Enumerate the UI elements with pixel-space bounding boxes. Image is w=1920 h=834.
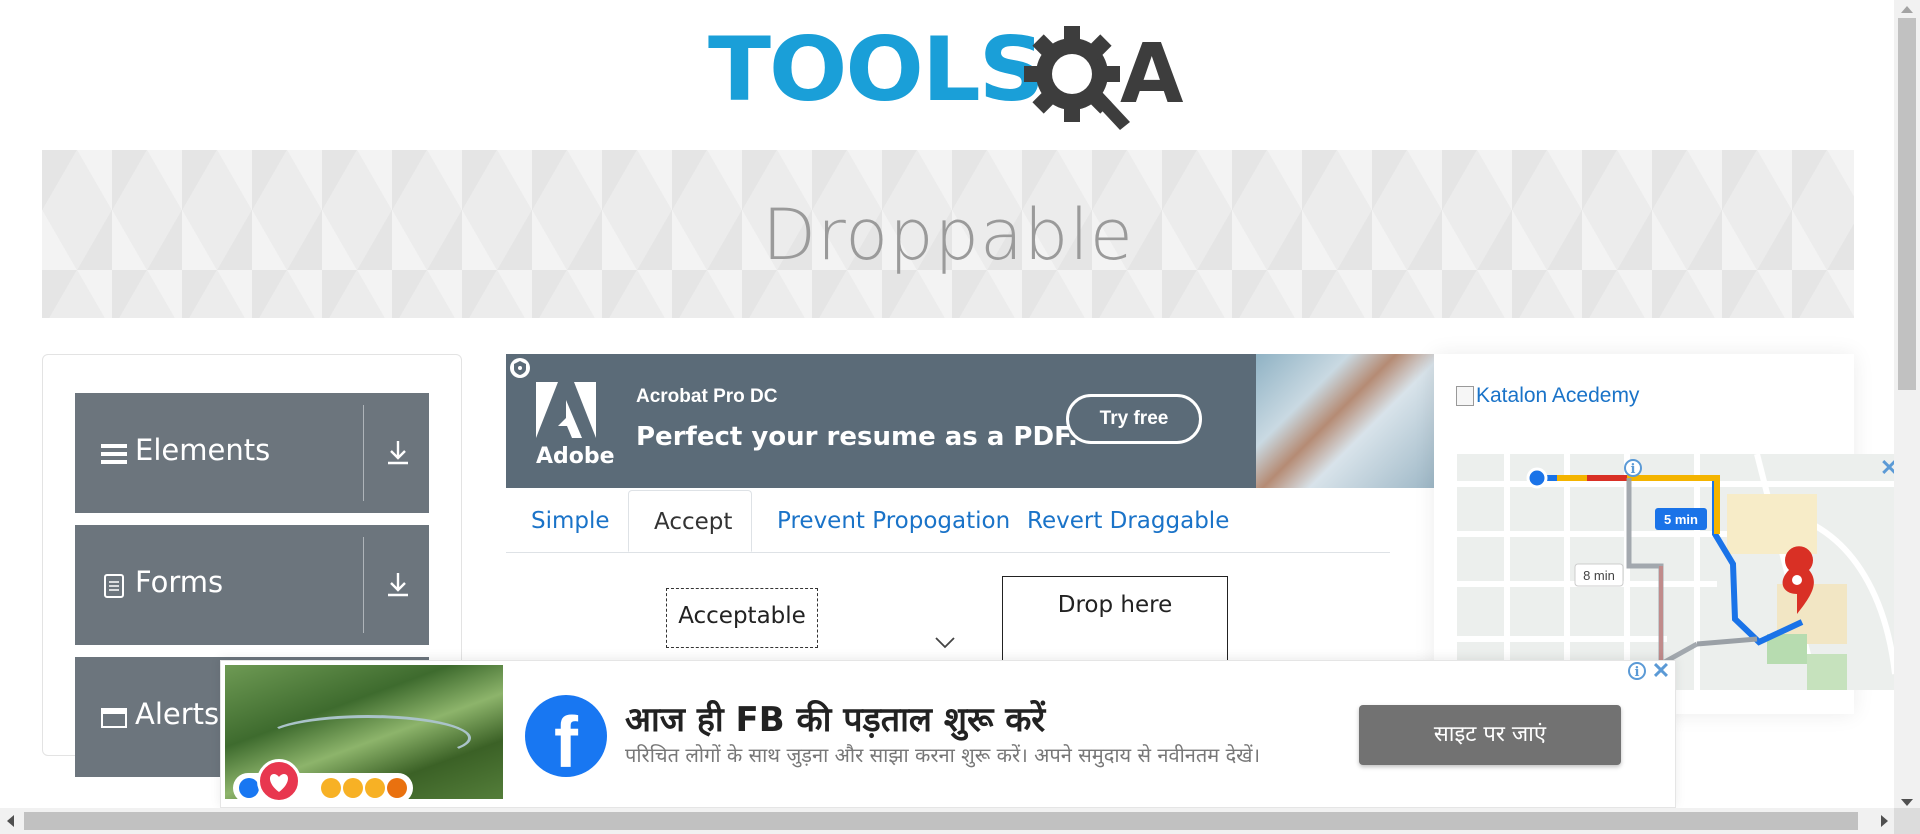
katalon-ad-link[interactable]: Katalon Acedemy [1456, 384, 1639, 408]
download-icon[interactable] [385, 437, 411, 467]
ad-info-icon[interactable]: i [1628, 662, 1646, 680]
sidebar-group-label: Alerts [135, 697, 220, 731]
tab-bar: Simple Accept Prevent Propogation Revert… [506, 490, 1390, 553]
ad-info-icon[interactable]: i [1624, 459, 1642, 477]
hamburger-icon [101, 444, 127, 464]
gear-magnifier-icon [1024, 26, 1130, 130]
download-icon[interactable] [385, 569, 411, 599]
vertical-scroll-thumb[interactable] [1898, 18, 1916, 390]
sidebar-group-forms[interactable]: Forms [75, 525, 429, 645]
horizontal-scroll-thumb[interactable] [24, 812, 1858, 830]
broken-image-icon [1456, 386, 1474, 407]
map-graphic: 5 min 8 min [1457, 454, 1895, 690]
map-time-primary: 5 min [1664, 512, 1698, 527]
sidebar-group-elements[interactable]: Elements [75, 393, 429, 513]
tab-revert-draggable[interactable]: Revert Draggable [1002, 490, 1254, 552]
scroll-right-arrow-icon[interactable] [1881, 815, 1888, 827]
window-icon [101, 708, 127, 728]
ad-subtitle: परिचित लोगों के साथ जुड़ना और साझा करना … [625, 743, 1261, 767]
divider [363, 537, 364, 633]
chevron-down-icon [935, 637, 955, 649]
drop-target[interactable]: Drop here [1002, 576, 1228, 666]
scroll-down-arrow-icon[interactable] [1901, 799, 1913, 806]
divider [363, 405, 364, 501]
sidebar-group-label: Elements [135, 433, 271, 467]
facebook-ad-banner[interactable]: f आज ही FB की पड़ताल शुरू करें परिचित लो… [220, 660, 1676, 808]
heart-reaction-icon [257, 759, 301, 803]
ad-close-icon[interactable]: ✕ [1650, 660, 1672, 682]
ad-close-icon[interactable]: ✕ [1880, 457, 1894, 479]
tab-accept[interactable]: Accept [628, 490, 752, 552]
ad-photo [1256, 354, 1434, 488]
horizontal-scrollbar[interactable] [0, 808, 1894, 834]
tab-prevent-propogation[interactable]: Prevent Propogation [752, 490, 1035, 552]
document-icon [104, 574, 124, 598]
adobe-logo-icon [536, 382, 596, 438]
ad-headline: Perfect your resume as a PDF. [636, 422, 1078, 452]
map-ad[interactable]: 5 min 8 min [1457, 454, 1895, 690]
visit-site-button[interactable]: साइट पर जाएं [1359, 705, 1621, 765]
logo-a-text: A [1120, 27, 1184, 122]
adobe-ad-banner[interactable]: Adobe Acrobat Pro DC Perfect your resume… [506, 354, 1434, 488]
try-free-button[interactable]: Try free [1066, 394, 1202, 444]
ad-brand: Adobe [536, 444, 615, 469]
scroll-left-arrow-icon[interactable] [7, 815, 14, 827]
sidebar-group-label: Forms [135, 565, 224, 599]
page-banner: Droppable [42, 150, 1854, 318]
ad-title: आज ही FB की पड़ताल शुरू करें [625, 700, 1046, 740]
toolsqa-logo[interactable]: TOOLS A [708, 22, 1192, 134]
katalon-ad-alt-text: Katalon Acedemy [1476, 384, 1640, 407]
ad-product: Acrobat Pro DC [636, 386, 778, 407]
vertical-scrollbar[interactable] [1894, 0, 1920, 834]
tab-simple[interactable]: Simple [506, 490, 635, 552]
acceptable-draggable[interactable]: Acceptable [666, 588, 818, 648]
river-graphic [265, 715, 471, 761]
privacy-badge-icon[interactable] [510, 358, 530, 378]
page-title: Droppable [762, 194, 1134, 276]
facebook-logo-icon: f [525, 695, 607, 777]
scrollbar-corner [1894, 808, 1920, 834]
scroll-up-arrow-icon[interactable] [1901, 6, 1913, 13]
map-time-alt: 8 min [1583, 568, 1615, 583]
logo-tools-text: TOOLS [708, 18, 1045, 121]
